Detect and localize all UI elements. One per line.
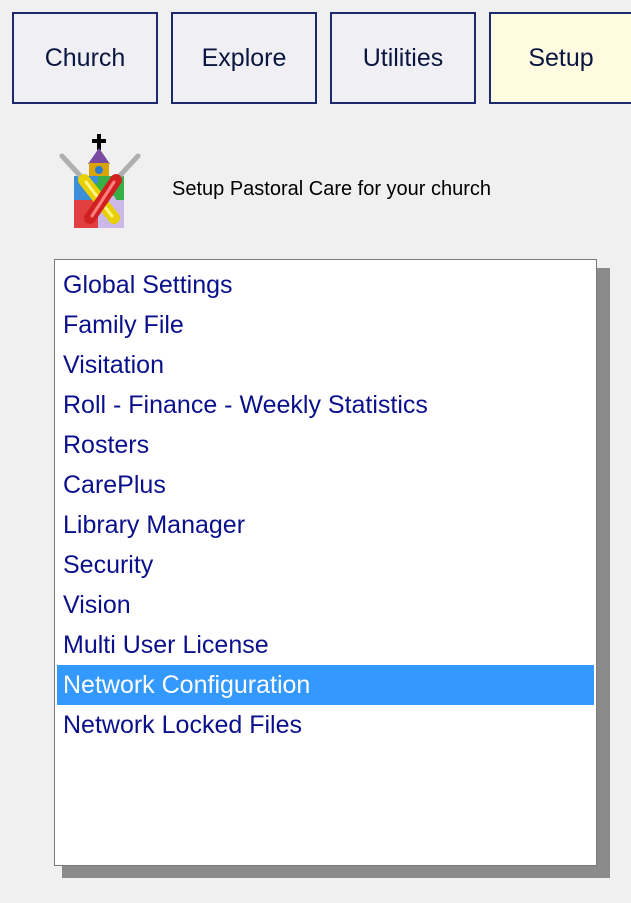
list-item[interactable]: Network Locked Files — [57, 705, 594, 745]
list-item[interactable]: Roll - Finance - Weekly Statistics — [57, 385, 594, 425]
tab-explore-label: Explore — [201, 43, 287, 72]
tab-church[interactable]: Church — [12, 12, 158, 104]
tab-setup-label: Setup — [528, 43, 594, 72]
list-item[interactable]: Visitation — [57, 345, 594, 385]
tab-explore[interactable]: Explore — [171, 12, 317, 104]
tab-setup[interactable]: Setup — [489, 12, 631, 104]
list-item[interactable]: Global Settings — [57, 265, 594, 305]
list-item[interactable]: Family File — [57, 305, 594, 345]
list-item[interactable]: Rosters — [57, 425, 594, 465]
tab-utilities-label: Utilities — [362, 43, 444, 72]
list-item[interactable]: Library Manager — [57, 505, 594, 545]
tab-utilities[interactable]: Utilities — [330, 12, 476, 104]
list-item[interactable]: CarePlus — [57, 465, 594, 505]
setup-window: Church Explore Utilities Setup Setup Pas… — [0, 0, 631, 903]
list-item[interactable]: Security — [57, 545, 594, 585]
list-item[interactable]: Network Configuration — [57, 665, 594, 705]
setup-description: Setup Pastoral Care for your church — [172, 178, 492, 200]
list-item[interactable]: Vision — [57, 585, 594, 625]
tab-church-label: Church — [44, 43, 126, 72]
setup-options-list[interactable]: Global Settings Family File Visitation Roll… — [54, 259, 597, 866]
setup-tools-icon — [59, 134, 141, 228]
list-item[interactable]: Multi User License — [57, 625, 594, 665]
